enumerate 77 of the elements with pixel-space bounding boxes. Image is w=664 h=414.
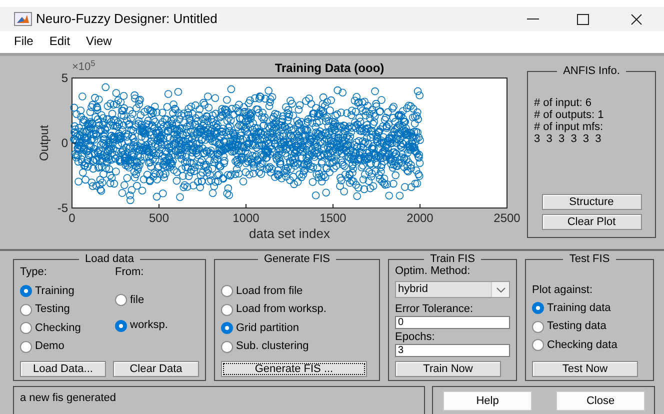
radio-label: Testing data [547,320,606,334]
tolerance-field[interactable]: 0 [395,316,510,329]
method-dropdown[interactable]: hybrid [395,281,510,298]
menu-item[interactable]: File [6,35,42,49]
radio-label: Grid partition [236,322,299,335]
tick-label: 0 [61,136,68,150]
panel-title: Load data [84,254,135,265]
panel-button[interactable]: Clear Plot [542,214,642,230]
radio-button[interactable] [221,285,233,298]
field-label: Error Tolerance: [395,303,474,316]
radio-label: Demo [35,340,64,354]
radio-label: Training data [547,302,611,315]
panel-title: Generate FIS [262,254,332,265]
radio-label: Checking data [547,338,618,352]
info-text: # of input mfs: [534,121,604,133]
field-label: Epochs: [395,331,436,344]
minimize-icon[interactable] [527,18,539,20]
field-label: Optim. Method: [395,265,472,278]
radio-label: Testing [35,303,70,316]
info-text: 3 3 3 3 3 3 [534,133,602,145]
x-axis-label: data set index [249,226,330,241]
radio-button[interactable] [221,322,233,334]
close-icon[interactable] [631,14,642,24]
radio-button[interactable] [20,304,32,316]
info-text: # of outputs: 1 [534,109,605,121]
window-title: Neuro-Fuzzy Designer: Untitled [36,12,218,26]
radio-button[interactable] [115,320,127,332]
radio-label: worksp. [130,319,168,332]
tick-label: 1500 [320,211,346,225]
radio-button[interactable] [20,285,32,298]
panel-button[interactable]: Load Data... [20,361,106,377]
panel-title: Train FIS [429,254,476,265]
radio-label: file [130,294,144,307]
type-label: Type: [20,265,48,280]
radio-label: Checking [35,322,81,335]
status-message: a new fis generated [20,392,116,404]
panel-title: Test FIS [568,254,611,265]
radio-button[interactable] [532,320,544,333]
radio-label: Load from file [236,284,303,298]
radio-button[interactable] [20,322,32,334]
tick-label: 1000 [232,211,260,225]
dialog-button[interactable]: Help [443,391,532,411]
panel-title: ANFIS Info. [562,66,621,77]
epochs-field[interactable]: 3 [395,344,510,357]
maximize-icon[interactable] [577,14,589,24]
from-label: From: [115,265,145,280]
generate-button[interactable]: Generate FIS ... [221,361,367,377]
tick-label: 0 [68,211,76,225]
radio-button[interactable] [221,304,233,316]
test-button[interactable]: Test Now [532,361,638,377]
tick-label: 5 [61,71,68,85]
menu-item[interactable]: View [78,35,120,49]
y-axis-label: Output [37,124,51,162]
dropdown-value: hybrid [398,283,428,296]
panel-button[interactable]: Structure [542,194,642,210]
menu-item[interactable]: Edit [41,35,78,49]
radio-button[interactable] [221,340,233,353]
train-button[interactable]: Train Now [395,361,501,377]
radio-label: Sub. clustering [236,340,309,354]
panel-button[interactable]: Clear Data [113,361,199,377]
radio-button[interactable] [532,339,544,352]
chart-title: Training Data (ooo) [274,61,384,75]
app-icon [14,12,32,26]
tick-label: 2500 [494,211,520,225]
tick-label: 2000 [406,211,434,225]
dialog-button[interactable]: Close [556,391,645,411]
radio-button[interactable] [532,302,544,314]
tick-label: 500 [148,211,170,225]
plot-against-label: Plot against: [532,284,594,298]
radio-label: Load from worksp. [236,303,326,316]
radio-button[interactable] [20,340,32,353]
chevron-icon [491,282,509,297]
axis-multiplier: ×10$^{5}$ [72,58,96,74]
radio-label: Training [35,284,74,298]
info-text: # of input: 6 [534,97,592,109]
tick-label: -5 [57,201,68,215]
radio-button[interactable] [115,294,127,306]
